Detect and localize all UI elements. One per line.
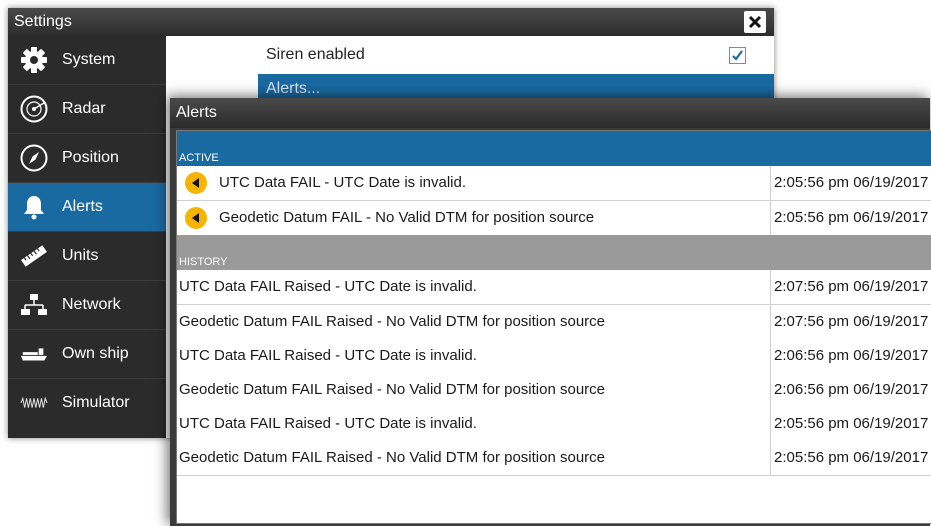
sidebar-item-network[interactable]: Network [8, 281, 166, 329]
active-alert-row[interactable]: UTC Data FAIL - UTC Date is invalid. 2:0… [177, 166, 931, 201]
history-alert-row[interactable]: UTC Data FAIL Raised - UTC Date is inval… [177, 407, 931, 442]
close-icon [748, 15, 762, 29]
sidebar-item-label: System [62, 51, 116, 68]
settings-title-bar: Settings [8, 8, 774, 36]
alert-message: UTC Data FAIL Raised - UTC Date is inval… [179, 415, 477, 432]
active-header-label: ACTIVE [179, 152, 219, 164]
alert-time: 2:07:56 pm 06/19/2017 [774, 278, 929, 295]
history-alert-row[interactable]: UTC Data FAIL Raised - UTC Date is inval… [177, 339, 931, 374]
alert-time: 2:05:56 pm 06/19/2017 [774, 415, 929, 432]
alert-message: Geodetic Datum FAIL Raised - No Valid DT… [179, 381, 606, 398]
siren-enabled-checkbox[interactable] [729, 47, 746, 64]
column-divider [770, 201, 771, 235]
bell-icon [20, 193, 48, 221]
history-alert-row[interactable]: Geodetic Datum FAIL Raised - No Valid DT… [177, 305, 931, 340]
alert-time: 2:06:56 pm 06/19/2017 [774, 347, 929, 364]
sidebar-item-label: Radar [62, 100, 106, 117]
sidebar-item-alerts[interactable]: Alerts [8, 183, 166, 231]
active-section-header: ACTIVE [177, 131, 931, 166]
column-divider [770, 407, 771, 441]
close-button[interactable] [744, 11, 766, 33]
alert-message: Geodetic Datum FAIL Raised - No Valid DT… [179, 449, 606, 466]
siren-enabled-label: Siren enabled [266, 46, 365, 63]
compass-icon [20, 144, 48, 172]
sidebar-item-position[interactable]: Position [8, 134, 166, 182]
column-divider [770, 339, 771, 373]
history-alert-row[interactable]: Geodetic Datum FAIL Raised - No Valid DT… [177, 373, 931, 408]
alarm-speaker-icon [185, 207, 207, 229]
sidebar-item-label: Simulator [62, 394, 130, 411]
history-alert-row[interactable]: Geodetic Datum FAIL Raised - No Valid DT… [177, 441, 931, 476]
sidebar-item-system[interactable]: System [8, 36, 166, 84]
sidebar-item-label: Units [62, 247, 99, 264]
alerts-title-bar: Alerts [170, 98, 930, 128]
waveform-icon [20, 389, 48, 417]
network-icon [20, 291, 48, 319]
history-section-header: HISTORY [177, 235, 931, 270]
alert-message: UTC Data FAIL Raised - UTC Date is inval… [179, 278, 477, 295]
alert-message: UTC Data FAIL Raised - UTC Date is inval… [179, 347, 477, 364]
alerts-window: Alerts ACTIVE UTC Data FAIL - UTC Date i… [170, 98, 931, 526]
siren-enabled-row[interactable]: Siren enabled [258, 36, 774, 74]
alerts-title: Alerts [176, 104, 217, 121]
alert-time: 2:05:56 pm 06/19/2017 [774, 174, 929, 191]
history-alert-row[interactable]: UTC Data FAIL Raised - UTC Date is inval… [177, 270, 931, 305]
alert-message: Geodetic Datum FAIL - No Valid DTM for p… [219, 209, 595, 226]
sidebar-item-own-ship[interactable]: Own ship [8, 330, 166, 378]
ruler-icon [20, 242, 48, 270]
sidebar-item-label: Position [62, 149, 119, 166]
checkmark-icon [732, 50, 743, 61]
sidebar-item-label: Own ship [62, 345, 129, 362]
alerts-list: ACTIVE UTC Data FAIL - UTC Date is inval… [176, 130, 931, 524]
alert-time: 2:05:56 pm 06/19/2017 [774, 209, 929, 226]
active-alert-row[interactable]: Geodetic Datum FAIL - No Valid DTM for p… [177, 201, 931, 236]
alert-time: 2:07:56 pm 06/19/2017 [774, 313, 929, 330]
column-divider [770, 441, 771, 475]
sidebar-item-units[interactable]: Units [8, 232, 166, 280]
alert-message: UTC Data FAIL - UTC Date is invalid. [219, 174, 467, 191]
sidebar-item-label: Alerts [62, 198, 103, 215]
alarm-speaker-icon [185, 172, 207, 194]
ship-icon [20, 340, 48, 368]
radar-icon [20, 95, 48, 123]
column-divider [770, 166, 771, 200]
history-header-label: HISTORY [179, 256, 228, 268]
settings-sidebar: System Radar Position Alerts Units Netwo… [8, 36, 166, 438]
column-divider [770, 305, 771, 339]
alert-message: Geodetic Datum FAIL Raised - No Valid DT… [179, 313, 606, 330]
sidebar-item-simulator[interactable]: Simulator [8, 379, 166, 427]
alert-time: 2:06:56 pm 06/19/2017 [774, 381, 929, 398]
sidebar-item-radar[interactable]: Radar [8, 85, 166, 133]
alert-time: 2:05:56 pm 06/19/2017 [774, 449, 929, 466]
gear-icon [20, 46, 48, 74]
column-divider [770, 270, 771, 304]
column-divider [770, 373, 771, 407]
settings-title: Settings [14, 13, 72, 30]
sidebar-item-label: Network [62, 296, 121, 313]
